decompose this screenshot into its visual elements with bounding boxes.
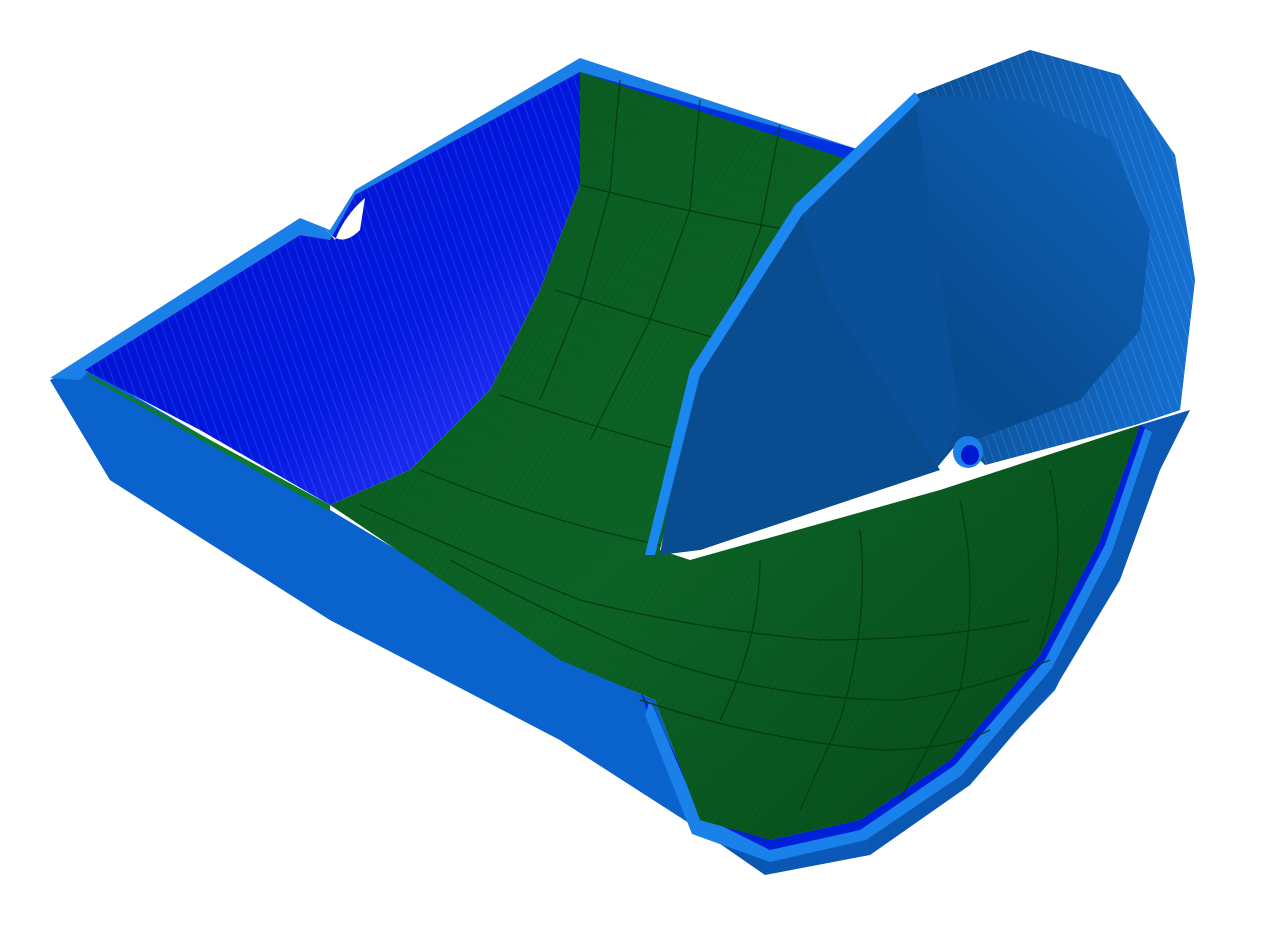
render-viewport xyxy=(0,0,1278,926)
3d-model-render xyxy=(50,50,1195,875)
